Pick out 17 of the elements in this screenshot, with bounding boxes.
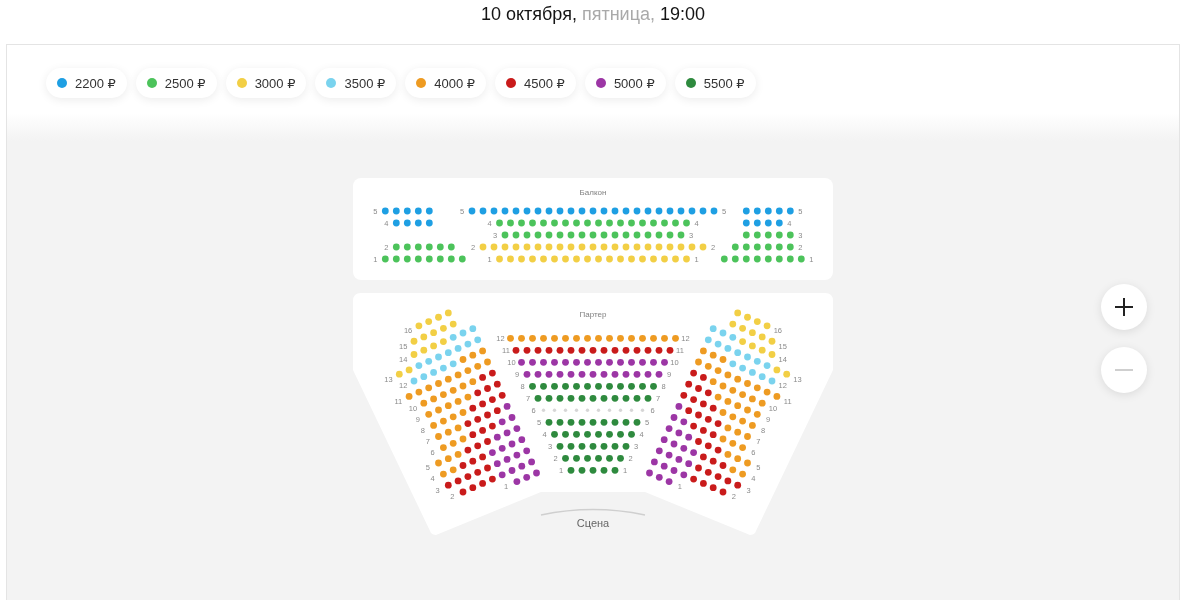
minus-icon [1115, 369, 1133, 371]
plus-icon [1115, 298, 1133, 316]
zoom-in-button[interactable] [1101, 284, 1147, 330]
section-title: Балкон [579, 188, 607, 197]
event-date: 10 октября, [480, 4, 577, 25]
price-chip[interactable]: 4000 ₽ [405, 68, 487, 98]
event-weekday: пятница, [581, 4, 655, 25]
price-chip[interactable]: 2200 ₽ [46, 68, 127, 98]
price-chip[interactable]: 5000 ₽ [584, 68, 666, 98]
price-chip[interactable]: 3500 ₽ [315, 68, 397, 98]
price-chip[interactable]: 4500 ₽ [495, 68, 576, 98]
section-title: Партер [579, 310, 607, 319]
event-time: 19:00 [660, 4, 706, 25]
price-chip[interactable]: 5500 ₽ [674, 68, 756, 98]
stage-label: Сцена [576, 517, 610, 529]
price-chip[interactable]: 3000 ₽ [225, 68, 307, 98]
price-chip[interactable]: 2500 ₽ [135, 68, 217, 98]
